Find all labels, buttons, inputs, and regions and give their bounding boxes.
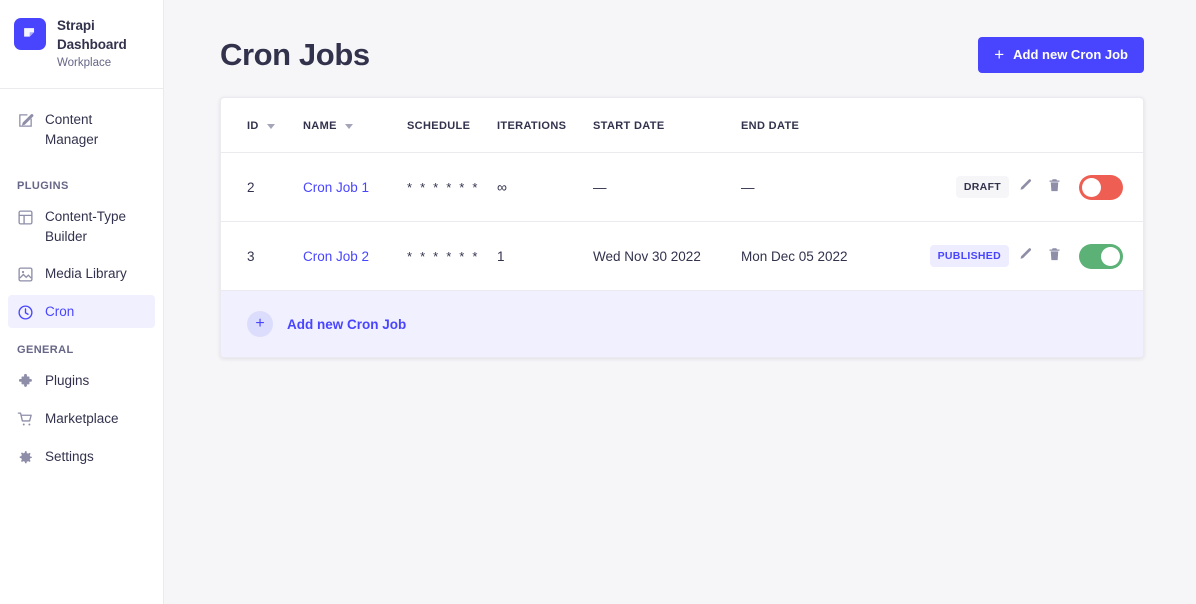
column-label: ID — [247, 120, 259, 133]
gear-icon — [17, 449, 34, 466]
plus-icon[interactable]: + — [247, 311, 273, 338]
cell-start-date: Wed Nov 30 2022 — [593, 221, 741, 292]
sidebar-item-label: Content Manager — [45, 112, 99, 147]
sidebar-item-label: Content-Type Builder — [45, 209, 127, 244]
cell-actions: DRAFT — [893, 152, 1143, 223]
edit-row-button[interactable] — [1009, 172, 1039, 202]
column-header-start-date: START DATE — [593, 98, 741, 154]
cell-iterations: ∞ — [497, 152, 593, 223]
cell-name-link[interactable]: Cron Job 2 — [303, 221, 407, 292]
brand-subtitle: Workplace — [57, 57, 112, 70]
brand-header[interactable]: Strapi Dashboard Workplace — [0, 0, 163, 89]
trash-icon — [1047, 247, 1062, 265]
edit-square-icon — [17, 112, 34, 129]
sidebar-item-content-type-builder[interactable]: Content-Type Builder — [8, 200, 155, 253]
sidebar-nav: Content Manager PLUGINS Content-Type Bui… — [0, 89, 163, 604]
enabled-toggle[interactable] — [1079, 174, 1123, 200]
add-new-cron-job-button[interactable]: + Add new Cron Job — [978, 36, 1144, 73]
sidebar-item-marketplace[interactable]: Marketplace — [8, 402, 155, 436]
sidebar-item-content-manager[interactable]: Content Manager — [8, 103, 155, 156]
trash-icon — [1047, 178, 1062, 196]
enabled-toggle[interactable] — [1079, 243, 1123, 269]
page-title: Cron Jobs — [220, 37, 370, 72]
chevron-down-icon[interactable] — [344, 123, 353, 129]
cell-end-date: Mon Dec 05 2022 — [741, 221, 893, 292]
sidebar-item-media-library[interactable]: Media Library — [8, 257, 155, 291]
clock-icon — [17, 304, 34, 321]
sidebar-item-label: Settings — [45, 448, 94, 464]
sidebar-item-label: Marketplace — [45, 410, 119, 426]
table-footer-add-row[interactable]: + Add new Cron Job — [221, 291, 1143, 358]
cron-jobs-card: ID NAME SCHEDULE ITERATIONS START DATE E… — [220, 97, 1144, 359]
delete-row-button[interactable] — [1039, 241, 1069, 271]
cell-schedule: * * * * * * — [407, 152, 497, 223]
toggle-knob — [1101, 246, 1120, 266]
table-header-row: ID NAME SCHEDULE ITERATIONS START DATE E… — [221, 98, 1143, 154]
sidebar-item-label: Media Library — [45, 266, 127, 282]
table-row[interactable]: 2 Cron Job 1 * * * * * * ∞ — — DRAFT — [221, 152, 1143, 223]
cell-iterations: 1 — [497, 221, 593, 292]
layout-icon — [17, 209, 34, 226]
sidebar-section-plugins: PLUGINS — [17, 180, 69, 193]
chevron-down-icon[interactable] — [266, 123, 275, 129]
puzzle-icon — [17, 373, 34, 390]
app-root: Strapi Dashboard Workplace Content Manag… — [0, 0, 1196, 604]
column-label: NAME — [303, 120, 337, 133]
column-header-schedule: SCHEDULE — [407, 98, 497, 154]
column-header-name[interactable]: NAME — [303, 98, 407, 154]
pencil-icon — [1017, 178, 1032, 196]
sidebar-item-label: Cron — [45, 303, 75, 319]
cell-actions: PUBLISHED — [893, 221, 1143, 292]
column-header-end-date: END DATE — [741, 98, 893, 154]
table-head: ID NAME SCHEDULE ITERATIONS START DATE E… — [221, 98, 1143, 154]
strapi-logo-icon — [14, 18, 46, 50]
sidebar-item-cron[interactable]: Cron — [8, 294, 155, 329]
plus-icon: + — [994, 44, 1005, 64]
cell-name-link[interactable]: Cron Job 1 — [303, 152, 407, 223]
brand-text: Strapi Dashboard Workplace — [57, 16, 151, 73]
cell-end-date: — — [741, 152, 893, 223]
column-header-id[interactable]: ID — [221, 98, 303, 154]
main-content: Cron Jobs + Add new Cron Job ID NAME SCH… — [164, 0, 1196, 604]
sidebar: Strapi Dashboard Workplace Content Manag… — [0, 0, 164, 604]
sidebar-section-general: GENERAL — [17, 344, 74, 357]
delete-row-button[interactable] — [1039, 172, 1069, 202]
table-body: 2 Cron Job 1 * * * * * * ∞ — — DRAFT 3 C… — [221, 152, 1143, 292]
pencil-icon — [1017, 247, 1032, 265]
sidebar-item-plugins[interactable]: Plugins — [8, 364, 155, 398]
page-header: Cron Jobs + Add new Cron Job — [164, 0, 1196, 73]
table-row[interactable]: 3 Cron Job 2 * * * * * * 1 Wed Nov 30 20… — [221, 221, 1143, 292]
footer-add-label[interactable]: Add new Cron Job — [287, 317, 406, 332]
cell-schedule: * * * * * * — [407, 221, 497, 292]
brand-title: Strapi Dashboard — [57, 18, 127, 52]
sidebar-item-label: Plugins — [45, 373, 90, 389]
image-icon — [17, 266, 34, 283]
column-header-actions — [893, 98, 1143, 154]
shopping-cart-icon — [17, 411, 34, 428]
toggle-knob — [1082, 177, 1101, 197]
cron-jobs-table: ID NAME SCHEDULE ITERATIONS START DATE E… — [221, 98, 1143, 292]
sidebar-item-settings[interactable]: Settings — [8, 440, 155, 474]
cell-id: 2 — [221, 152, 303, 223]
add-button-label: Add new Cron Job — [1013, 47, 1128, 63]
edit-row-button[interactable] — [1009, 241, 1039, 271]
status-badge: DRAFT — [955, 176, 1009, 199]
column-header-iterations: ITERATIONS — [497, 98, 593, 154]
status-badge: PUBLISHED — [929, 245, 1009, 268]
cell-id: 3 — [221, 221, 303, 292]
cell-start-date: — — [593, 152, 741, 223]
